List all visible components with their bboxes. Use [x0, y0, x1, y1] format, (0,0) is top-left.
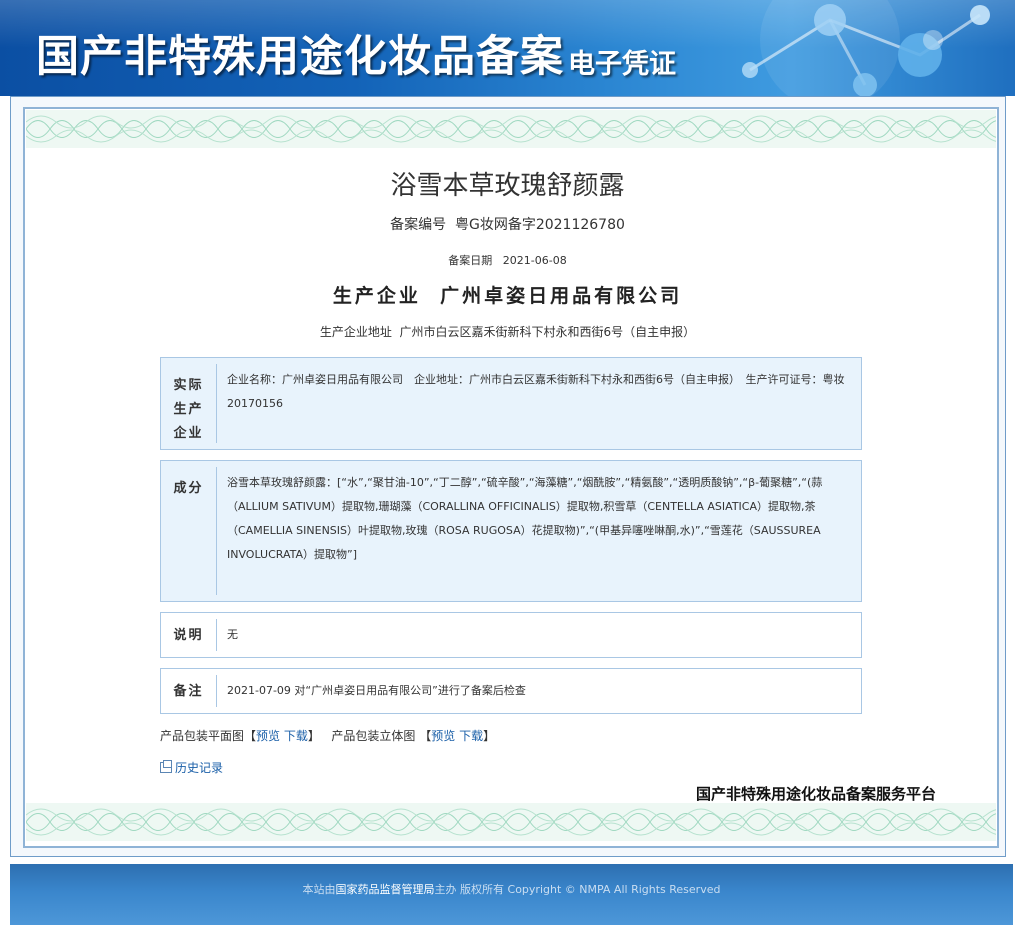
history-icon — [160, 760, 172, 773]
header-banner: 国产非特殊用途化妆品备案 电子凭证 — [0, 0, 1015, 96]
bracket: 【 — [244, 729, 257, 743]
footer-copyright: 本站由国家药品监督管理局主办 版权所有 Copyright © NMPA All… — [10, 881, 1013, 897]
filing-date-row: 备案日期 2021-06-08 — [0, 252, 1015, 268]
filing-number-value: 粤G妆网备字2021126780 — [454, 217, 625, 233]
footer-prefix: 本站由 — [302, 883, 336, 896]
remark-label: 备注 — [161, 675, 217, 707]
bracket: 】 — [483, 729, 496, 743]
filing-number-row: 备案编号 粤G妆网备字2021126780 — [0, 214, 1015, 234]
actual-producer-content: 企业名称：广州卓姿日用品有限公司 企业地址：广州市白云区嘉禾街新科下村永和西街6… — [227, 373, 845, 410]
footer-suffix: 主办 版权所有 Copyright © NMPA All Rights Rese… — [434, 883, 721, 896]
filing-number-label: 备案编号 — [390, 217, 447, 233]
bracket: 】 — [307, 729, 320, 743]
platform-signature: 国产非特殊用途化妆品备案服务平台 — [696, 785, 937, 803]
producer-address-label: 生产企业地址 — [319, 325, 392, 339]
footer-org-link[interactable]: 国家药品监督管理局 — [336, 883, 435, 896]
remark-content: 2021-07-09 对“广州卓姿日用品有限公司”进行了备案后检查 — [227, 684, 526, 697]
solid-image-label: 产品包装立体图 — [331, 729, 416, 743]
guilloche-border-bottom — [26, 803, 996, 841]
guilloche-border-top — [26, 110, 996, 148]
note-content: 无 — [227, 628, 238, 641]
ingredients-section: 成分 浴雪本草玫瑰舒颜露：[“水”,“聚甘油-10”,“丁二醇”,“硫辛酸”,“… — [160, 460, 862, 602]
filing-date-value: 2021-06-08 — [502, 254, 567, 267]
flat-preview-link[interactable]: 预览 — [256, 729, 280, 743]
actual-producer-section: 实际 生产 企业 企业名称：广州卓姿日用品有限公司 企业地址：广州市白云区嘉禾街… — [160, 357, 862, 450]
history-label[interactable]: 历史记录 — [175, 761, 223, 775]
note-section: 说明 无 — [160, 612, 862, 658]
molecule-decoration-icon — [742, 0, 990, 96]
producer-label: 生产企业 — [332, 285, 421, 307]
page-footer: 本站由国家药品监督管理局主办 版权所有 Copyright © NMPA All… — [10, 864, 1013, 925]
packaging-links: 产品包装平面图【预览 下载】 产品包装立体图 【预览 下载】 — [160, 727, 495, 744]
filing-date-label: 备案日期 — [448, 254, 493, 267]
bracket: 【 — [419, 729, 432, 743]
actual-producer-label: 实际 生产 企业 — [161, 364, 217, 443]
producer-row: 生产企业 广州卓姿日用品有限公司 — [0, 281, 1015, 308]
flat-download-link[interactable]: 下载 — [284, 729, 308, 743]
note-label: 说明 — [161, 619, 217, 651]
banner-title: 国产非特殊用途化妆品备案 — [36, 32, 564, 82]
solid-preview-link[interactable]: 预览 — [431, 729, 455, 743]
label-line: 企业 — [173, 426, 204, 441]
producer-name: 广州卓姿日用品有限公司 — [440, 285, 683, 307]
label-line: 实际 — [173, 378, 204, 393]
product-name: 浴雪本草玫瑰舒颜露 — [390, 171, 625, 201]
flat-image-label: 产品包装平面图 — [160, 729, 245, 743]
label-line: 生产 — [173, 402, 204, 417]
producer-address-value: 广州市白云区嘉禾街新科下村永和西街6号（自主申报） — [399, 325, 696, 339]
remark-section: 备注 2021-07-09 对“广州卓姿日用品有限公司”进行了备案后检查 — [160, 668, 862, 714]
solid-download-link[interactable]: 下载 — [459, 729, 483, 743]
banner-subtitle: 电子凭证 — [568, 49, 676, 80]
ingredients-label: 成分 — [161, 467, 217, 595]
history-link[interactable]: 历史记录 — [160, 759, 223, 776]
producer-address-row: 生产企业地址 广州市白云区嘉禾街新科下村永和西街6号（自主申报） — [0, 323, 1015, 340]
ingredients-content: 浴雪本草玫瑰舒颜露：[“水”,“聚甘油-10”,“丁二醇”,“硫辛酸”,“海藻糖… — [227, 476, 823, 561]
